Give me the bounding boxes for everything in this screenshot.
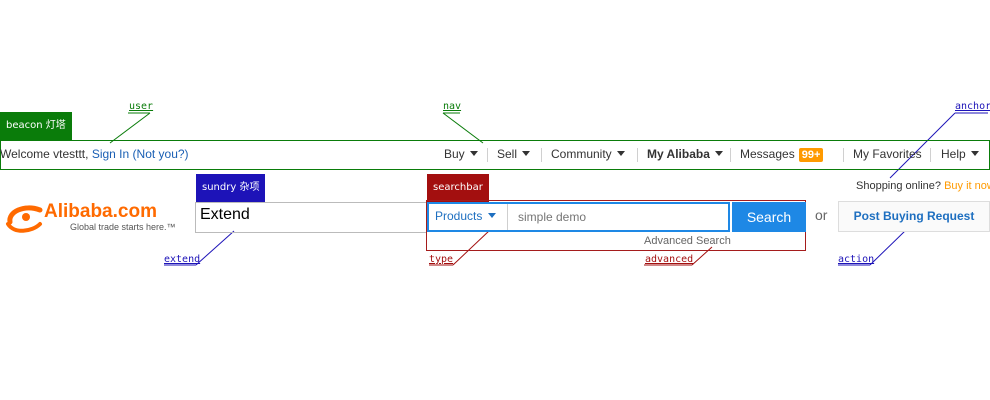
annotation-advanced: advanced [645, 254, 694, 265]
post-buying-request-button[interactable]: Post Buying Request [838, 201, 990, 232]
annotation-user: user [129, 101, 154, 112]
annotation-type: type [429, 254, 454, 265]
chevron-down-icon [522, 151, 531, 156]
nav-messages[interactable]: Messages 99+ [740, 147, 824, 163]
logo-wordmark: Alibaba.com [44, 201, 157, 222]
nav-messages-label: Messages [740, 147, 795, 161]
searchbar-tag: searchbar [427, 174, 489, 202]
chevron-down-icon [488, 213, 497, 218]
or-text: or [815, 207, 828, 223]
nav-divider [843, 148, 844, 162]
annotation-nav: nav [443, 101, 462, 112]
search-button[interactable]: Search [732, 202, 806, 232]
nav-community-label: Community [551, 147, 612, 161]
chevron-down-icon [469, 151, 478, 156]
nav-buy[interactable]: Buy [444, 147, 478, 163]
chevron-down-icon [714, 151, 723, 156]
nav-community[interactable]: Community [551, 147, 625, 163]
nav-help[interactable]: Help [941, 147, 979, 163]
nav-divider [541, 148, 542, 162]
chevron-down-icon [970, 151, 979, 156]
anchor-promo: Shopping online? Buy it now [856, 180, 990, 192]
nav-sell[interactable]: Sell [497, 147, 531, 163]
nav-buy-label: Buy [444, 147, 465, 161]
anchor-prefix: Shopping online? [856, 180, 942, 192]
user-welcome: Welcome vtesttt, Sign In (Not you?) [0, 147, 189, 161]
search-type-label: Products [435, 209, 483, 223]
search-input[interactable] [512, 205, 726, 229]
nav-help-label: Help [941, 147, 966, 161]
annotation-anchor: anchor [955, 101, 990, 112]
messages-badge: 99+ [798, 148, 824, 162]
buy-it-now-link[interactable]: Buy it now [944, 180, 990, 192]
nav-sell-label: Sell [497, 147, 518, 161]
not-you-link[interactable]: (Not you?) [133, 147, 189, 161]
annotation-extend: extend [164, 254, 201, 265]
nav-divider [487, 148, 488, 162]
nav-my-alibaba[interactable]: My Alibaba [647, 147, 723, 163]
nav-my-favorites[interactable]: My Favorites [853, 147, 922, 163]
nav-my-alibaba-label: My Alibaba [647, 147, 710, 161]
nav-favorites-label: My Favorites [853, 147, 922, 161]
extend-label: Extend [200, 206, 250, 223]
nav-divider [637, 148, 638, 162]
beacon-tag: beacon 灯塔 [0, 112, 72, 140]
sign-in-link[interactable]: Sign In [92, 147, 129, 161]
welcome-text: Welcome vtesttt, [0, 147, 89, 161]
sundry-tag: sundry 杂项 [196, 174, 266, 202]
annotation-action: action [838, 254, 875, 265]
nav-divider [730, 148, 731, 162]
search-type-divider [507, 204, 508, 230]
chevron-down-icon [616, 151, 625, 156]
nav-divider [930, 148, 931, 162]
logo-tagline: Global trade starts here.™ [70, 222, 176, 232]
search-type-dropdown[interactable]: Products [435, 209, 497, 223]
advanced-search-link[interactable]: Advanced Search [644, 235, 731, 247]
